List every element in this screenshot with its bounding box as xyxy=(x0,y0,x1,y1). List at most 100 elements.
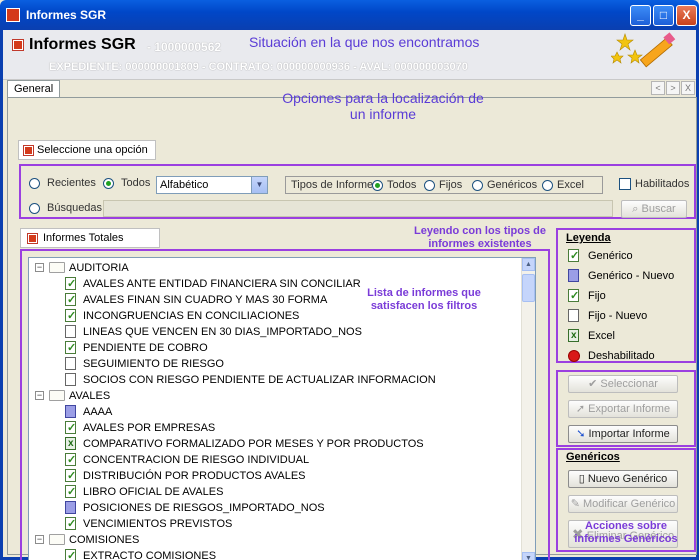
excel-report-icon xyxy=(65,436,76,452)
tree-category[interactable]: − COMISIONES xyxy=(29,532,509,548)
generic-report-icon xyxy=(65,516,76,532)
tree-report-item[interactable]: COMPARATIVO FORMALIZADO POR MESES Y POR … xyxy=(29,436,509,452)
excel-report-icon xyxy=(568,328,579,344)
tree-report-label: SOCIOS CON RIESGO PENDIENTE DE ACTUALIZA… xyxy=(83,374,436,386)
informes-totales-button[interactable]: Informes Totales xyxy=(20,228,160,248)
tree-report-item[interactable]: VENCIMIENTOS PREVISTOS xyxy=(29,516,509,532)
tree-report-label: AVALES POR EMPRESAS xyxy=(83,422,216,434)
tree-report-label: INCONGRUENCIAS EN CONCILIACIONES xyxy=(83,310,300,322)
tab-content: Opciones para la localización de un info… xyxy=(7,90,697,560)
nuevo-generico-button[interactable]: ▯ Nuevo Genérico xyxy=(568,470,678,488)
nav-next-button[interactable]: > xyxy=(666,81,680,95)
tree-report-label: CONCENTRACION DE RIESGO INDIVIDUAL xyxy=(83,454,310,466)
label-tipo-fijos: Fijos xyxy=(439,179,463,191)
record-subtitle: EXPEDIENTE: 000000001809 - CONTRATO: 000… xyxy=(49,61,468,73)
collapse-icon[interactable]: − xyxy=(35,535,44,544)
new-document-icon: ▯ xyxy=(578,473,585,485)
tree-report-item[interactable]: LIBRO OFICIAL DE AVALES xyxy=(29,484,509,500)
minimize-button[interactable]: _ xyxy=(630,5,651,26)
totales-icon xyxy=(27,233,38,244)
tree-report-item[interactable]: AVALES POR EMPRESAS xyxy=(29,420,509,436)
tree-report-item[interactable]: CONCENTRACION DE RIESGO INDIVIDUAL xyxy=(29,452,509,468)
tree-report-item[interactable]: SEGUIMIENTO DE RIESGO xyxy=(29,356,509,372)
legend-label-generico: Genérico xyxy=(588,250,633,262)
tree-report-item[interactable]: PENDIENTE DE COBRO xyxy=(29,340,509,356)
tree-category-label: AUDITORIA xyxy=(69,262,129,274)
radio-busquedas[interactable] xyxy=(29,203,40,214)
radio-todos[interactable] xyxy=(103,178,114,189)
label-habilitados: Habilitados xyxy=(635,178,690,190)
generic-report-icon xyxy=(65,548,76,560)
generic-report-icon xyxy=(65,468,76,484)
tree-report-item[interactable]: LINEAS QUE VENCEN EN 30 DIAS_IMPORTADO_N… xyxy=(29,324,509,340)
legend-label-deshabilitado: Deshabilitado xyxy=(588,350,655,362)
tree-category[interactable]: − AUDITORIA xyxy=(29,260,509,276)
search-input[interactable] xyxy=(103,200,613,217)
annotation-situation: Situación en la que nos encontramos xyxy=(249,34,480,50)
label-tipo-genericos: Genéricos xyxy=(487,179,538,191)
annotation-report-list: Lista de informes que satisfacen los fil… xyxy=(367,287,481,312)
tab-general[interactable]: General xyxy=(7,80,61,97)
tree-report-label: LINEAS QUE VENCEN EN 30 DIAS_IMPORTADO_N… xyxy=(83,326,362,338)
exportar-button[interactable]: ➚ Exportar Informe xyxy=(568,400,678,418)
disabled-icon xyxy=(568,350,580,362)
seleccionar-button[interactable]: ✔ Seleccionar xyxy=(568,375,678,393)
fixed-new-report-icon xyxy=(568,309,579,322)
fixed-report-icon xyxy=(568,288,579,304)
legend-label-fijo-nuevo: Fijo - Nuevo xyxy=(588,310,648,322)
folder-icon xyxy=(49,534,65,545)
scroll-up-icon[interactable]: ▲ xyxy=(522,258,535,271)
radio-tipo-excel[interactable] xyxy=(542,180,553,191)
tree-scrollbar[interactable]: ▲ ▼ xyxy=(521,258,535,560)
genericos-title: Genéricos xyxy=(566,451,620,463)
radio-tipo-genericos[interactable] xyxy=(472,180,483,191)
scroll-down-icon[interactable]: ▼ xyxy=(522,552,535,560)
seleccionar-label: Seleccionar xyxy=(600,378,658,390)
order-select-value: Alfabético xyxy=(160,179,209,191)
chevron-down-icon[interactable]: ▼ xyxy=(251,177,267,193)
generic-report-icon xyxy=(65,452,76,468)
generic-report-icon xyxy=(65,292,76,308)
tree-report-item[interactable]: EXTRACTO COMISIONES xyxy=(29,548,509,560)
nav-close-button[interactable]: X xyxy=(681,81,695,95)
select-option-panel[interactable]: Seleccione una opción xyxy=(18,140,156,160)
radio-recientes[interactable] xyxy=(29,178,40,189)
legend-title: Leyenda xyxy=(566,232,611,244)
report-list-panel: ▲ ▼ − AUDITORIA AVALES ANTE ENTIDAD FINANC… xyxy=(20,249,550,560)
generic-report-icon xyxy=(65,276,76,292)
radio-tipo-fijos[interactable] xyxy=(424,180,435,191)
scroll-thumb[interactable] xyxy=(522,274,535,302)
importar-label: Importar Informe xyxy=(588,428,670,440)
tree-report-item[interactable]: AAAA xyxy=(29,404,509,420)
modificar-generico-label: Modificar Genérico xyxy=(582,498,676,510)
tree-report-item[interactable]: DISTRIBUCIÓN POR PRODUCTOS AVALES xyxy=(29,468,509,484)
label-busquedas: Búsquedas xyxy=(47,202,103,214)
annotation-options: Opciones para la localización de un info… xyxy=(282,90,484,123)
app-icon xyxy=(6,8,20,22)
legend-label-excel: Excel xyxy=(588,330,615,342)
window-title: Informes SGR xyxy=(26,8,107,22)
tree-category-label: COMISIONES xyxy=(69,534,140,546)
collapse-icon[interactable]: − xyxy=(35,391,44,400)
tree-report-label: AAAA xyxy=(83,406,113,418)
tree-report-item[interactable]: SOCIOS CON RIESGO PENDIENTE DE ACTUALIZA… xyxy=(29,372,509,388)
checkbox-habilitados[interactable] xyxy=(619,178,631,190)
tree-category[interactable]: − AVALES xyxy=(29,388,509,404)
close-button[interactable]: X xyxy=(676,5,697,26)
modificar-generico-button[interactable]: ✎ Modificar Genérico xyxy=(568,495,678,513)
select-option-label: Seleccione una opción xyxy=(37,144,148,156)
radio-tipo-todos[interactable] xyxy=(372,180,383,191)
generic-report-icon xyxy=(65,420,76,436)
maximize-button[interactable]: □ xyxy=(653,5,674,26)
order-select[interactable]: Alfabético ▼ xyxy=(156,176,268,194)
collapse-icon[interactable]: − xyxy=(35,263,44,272)
generic-report-icon xyxy=(65,340,76,356)
nav-prev-button[interactable]: < xyxy=(651,81,665,95)
report-actions-panel: ✔ Seleccionar ➚ Exportar Informe ➘ Impor… xyxy=(556,370,696,447)
search-button[interactable]: ⌕ Buscar xyxy=(621,200,687,218)
tree-report-label: LIBRO OFICIAL DE AVALES xyxy=(83,486,224,498)
importar-button[interactable]: ➘ Importar Informe xyxy=(568,425,678,443)
record-number: - 1000000562 xyxy=(147,40,222,54)
tree-report-label: VENCIMIENTOS PREVISTOS xyxy=(83,518,233,530)
tree-report-item[interactable]: POSICIONES DE RIESGOS_IMPORTADO_NOS xyxy=(29,500,509,516)
